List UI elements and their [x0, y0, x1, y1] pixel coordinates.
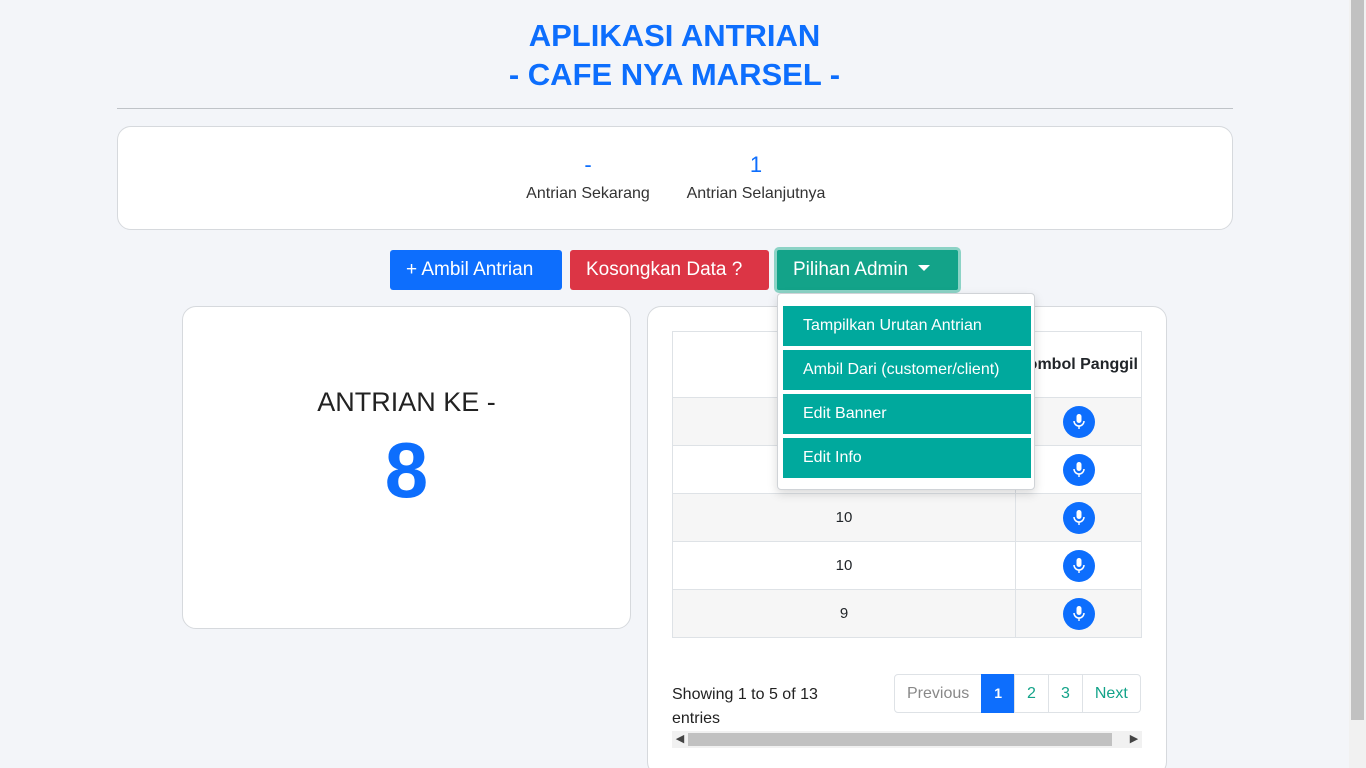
table-row: 9	[672, 589, 1142, 638]
menu-item-show-queue-order[interactable]: Tampilkan Urutan Antrian	[783, 306, 1031, 346]
pagination: Previous 1 2 3 Next	[894, 674, 1141, 713]
next-queue-value: 1	[749, 152, 763, 177]
menu-item-edit-info[interactable]: Edit Info	[783, 438, 1031, 478]
pagination-next[interactable]: Next	[1081, 674, 1141, 713]
take-queue-button[interactable]: + Ambil Antrian	[390, 250, 562, 290]
pagination-page-3[interactable]: 3	[1047, 674, 1083, 713]
menu-item-edit-banner[interactable]: Edit Banner	[783, 394, 1031, 434]
current-queue-label: Antrian Sekarang	[526, 185, 650, 202]
menu-item-take-from-customer[interactable]: Ambil Dari (customer/client)	[783, 350, 1031, 390]
microphone-icon[interactable]	[1062, 453, 1095, 486]
divider	[117, 108, 1233, 109]
queue-card: ANTRIAN KE - 8	[182, 306, 631, 629]
admin-dropdown-menu: Tampilkan Urutan Antrian Ambil Dari (cus…	[777, 293, 1035, 490]
call-cell	[1015, 493, 1142, 542]
pagination-page-2[interactable]: 2	[1014, 674, 1049, 713]
scrollbar-thumb[interactable]	[688, 733, 1112, 746]
app-subtitle: - CAFE NYA MARSEL -	[508, 57, 841, 92]
queue-number-cell: 9	[672, 589, 1016, 638]
page: APLIKASI ANTRIAN - CAFE NYA MARSEL - - A…	[0, 0, 1349, 768]
table-row: 10	[672, 541, 1142, 590]
scroll-left-icon[interactable]: ◀	[672, 731, 688, 748]
clear-data-button[interactable]: Kosongkan Data ?	[570, 250, 769, 290]
microphone-icon[interactable]	[1062, 501, 1095, 534]
current-queue-value: -	[584, 152, 592, 177]
microphone-icon[interactable]	[1062, 405, 1095, 438]
queue-label: ANTRIAN KE -	[317, 387, 496, 417]
next-queue-label: Antrian Selanjutnya	[686, 185, 826, 202]
call-cell	[1015, 541, 1142, 590]
current-queue-stat: - Antrian Sekarang	[523, 149, 653, 203]
app-title: APLIKASI ANTRIAN	[528, 18, 821, 53]
scroll-right-icon[interactable]: ▶	[1126, 731, 1142, 748]
microphone-icon[interactable]	[1062, 549, 1095, 582]
admin-options-button[interactable]: Pilihan Admin	[774, 247, 961, 293]
queue-number-cell: 10	[672, 541, 1016, 590]
next-queue-stat: 1 Antrian Selanjutnya	[681, 149, 831, 203]
table-row: 10	[672, 493, 1142, 542]
pagination-page-1[interactable]: 1	[981, 674, 1016, 713]
pagination-previous[interactable]: Previous	[894, 674, 983, 713]
scrollbar-thumb[interactable]	[1351, 0, 1364, 720]
queue-number: 8	[384, 426, 429, 514]
horizontal-scrollbar[interactable]: ◀ ▶	[672, 731, 1142, 748]
call-cell	[1015, 589, 1142, 638]
admin-options-label: Pilihan Admin	[793, 259, 909, 280]
microphone-icon[interactable]	[1062, 597, 1095, 630]
table-info: Showing 1 to 5 of 13 entries	[672, 686, 818, 727]
caret-down-icon	[918, 265, 931, 271]
vertical-scrollbar[interactable]	[1349, 0, 1366, 768]
queue-number-cell: 10	[672, 493, 1016, 542]
status-card: - Antrian Sekarang 1 Antrian Selanjutnya	[117, 126, 1233, 230]
